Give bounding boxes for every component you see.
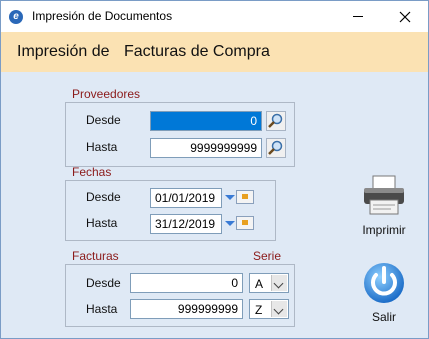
exit-button[interactable]: Salir xyxy=(354,259,414,324)
calendar-icon xyxy=(236,216,254,230)
fechas-hasta-label: Hasta xyxy=(86,216,118,230)
facturas-desde-field[interactable]: 0 xyxy=(130,273,243,293)
facturas-desde-serie-select[interactable]: A xyxy=(249,273,289,293)
search-icon xyxy=(268,140,283,155)
serie-legend: Serie xyxy=(253,249,282,263)
title-bar: e Impresión de Documentos xyxy=(1,1,428,32)
proveedores-legend: Proveedores xyxy=(72,87,141,101)
proveedores-desde-label: Desde xyxy=(86,113,121,127)
print-button-label: Imprimir xyxy=(362,223,406,237)
facturas-hasta-label: Hasta xyxy=(86,302,118,316)
fechas-desde-date-picker[interactable] xyxy=(223,188,257,208)
chevron-down-icon xyxy=(271,301,287,317)
close-icon xyxy=(399,11,411,22)
serie-value: Z xyxy=(255,303,263,317)
proveedores-desde-field[interactable]: 0 xyxy=(150,111,262,131)
chevron-down-icon xyxy=(225,195,235,200)
fechas-hasta-field[interactable]: 31/12/2019 xyxy=(150,214,222,234)
fechas-legend: Fechas xyxy=(72,165,112,179)
fechas-hasta-date-picker[interactable] xyxy=(223,214,257,234)
print-window: e Impresión de Documentos Impresión de F… xyxy=(0,0,429,339)
chevron-down-icon xyxy=(271,275,287,291)
app-icon: e xyxy=(9,10,23,24)
chevron-down-icon xyxy=(225,221,235,226)
fechas-desde-field[interactable]: 01/01/2019 xyxy=(150,188,222,208)
window-title: Impresión de Documentos xyxy=(32,9,173,23)
close-button[interactable] xyxy=(382,1,428,32)
printer-icon xyxy=(364,175,404,215)
header-prefix: Impresión de xyxy=(17,43,110,60)
facturas-hasta-field[interactable]: 999999999 xyxy=(130,299,243,319)
exit-button-label: Salir xyxy=(371,310,396,324)
power-icon xyxy=(364,263,404,303)
document-header: Impresión de Facturas de Compra xyxy=(1,32,428,72)
proveedores-hasta-search-button[interactable] xyxy=(266,138,286,158)
facturas-desde-label: Desde xyxy=(86,276,121,290)
minimize-button[interactable] xyxy=(335,1,381,32)
serie-value: A xyxy=(255,277,264,291)
proveedores-desde-search-button[interactable] xyxy=(266,111,286,131)
proveedores-hasta-label: Hasta xyxy=(86,140,118,154)
proveedores-hasta-field[interactable]: 9999999999 xyxy=(150,138,262,158)
fechas-desde-label: Desde xyxy=(86,190,121,204)
search-icon xyxy=(268,113,283,128)
facturas-legend: Facturas xyxy=(72,249,119,263)
minimize-icon xyxy=(353,16,363,17)
header-document-type: Facturas de Compra xyxy=(124,43,270,60)
facturas-hasta-serie-select[interactable]: Z xyxy=(249,299,289,319)
calendar-icon xyxy=(236,190,254,204)
print-button[interactable]: Imprimir xyxy=(354,174,414,237)
